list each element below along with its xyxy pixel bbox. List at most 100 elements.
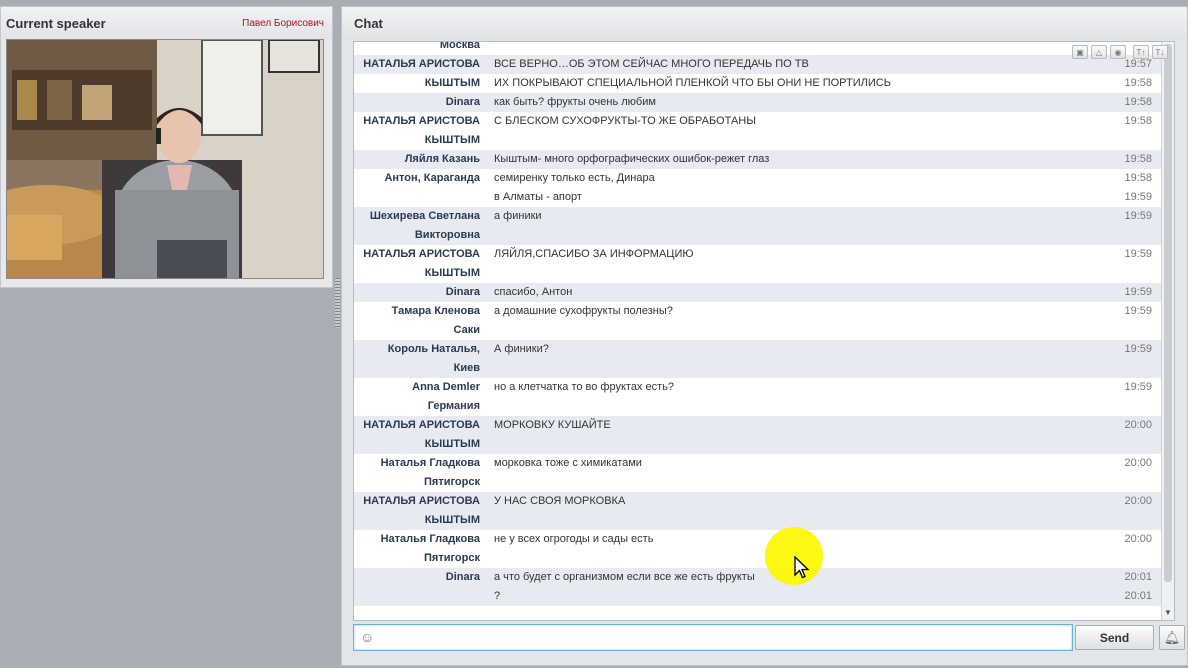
chat-message-text: ЛЯЙЛЯ,СПАСИБО ЗА ИНФОРМАЦИЮ bbox=[494, 248, 694, 260]
scrollbar-thumb[interactable] bbox=[1164, 44, 1172, 582]
chat-message-sender: НАТАЛЬЯ АРИСТОВА bbox=[363, 248, 480, 260]
chat-message-sender: Ляйля Казань bbox=[404, 153, 480, 165]
chat-message-time bbox=[1082, 226, 1162, 245]
chat-message-sender: КЫШТЫМ bbox=[424, 267, 480, 279]
chat-message-sender: КЫШТЫМ bbox=[424, 438, 480, 450]
chat-message-sender: Пятигорск bbox=[424, 552, 480, 564]
chat-message-text: А финики? bbox=[494, 343, 549, 355]
chat-message-sender: Король Наталья, bbox=[387, 343, 480, 355]
scroll-down-icon[interactable]: ▼ bbox=[1163, 608, 1173, 618]
chat-message-row: Anna Demler но а клетчатка то во фруктах … bbox=[354, 378, 1162, 397]
chat-message-row: Антон, Караганда семиренку только есть, Д… bbox=[354, 169, 1162, 188]
chat-message-sender: Dinara bbox=[445, 96, 480, 108]
chat-message-row: Dinara спасибо, Антон 19:59 bbox=[354, 283, 1162, 302]
speaker-panel: Current speaker Павел Борисович bbox=[0, 6, 333, 288]
chat-message-sender: НАТАЛЬЯ АРИСТОВА bbox=[363, 115, 480, 127]
chat-message-text: а домашние сухофрукты полезны? bbox=[494, 305, 673, 317]
chat-panel: Chat ▣ △ ◉ T↑ T↓ Москва НАТАЛЬЯ АРИСТОВА В… bbox=[341, 6, 1188, 666]
chat-message-row: Москва bbox=[354, 42, 1162, 55]
chat-message-row: НАТАЛЬЯ АРИСТОВА ЛЯЙЛЯ,СПАСИБО ЗА ИНФОРМА… bbox=[354, 245, 1162, 264]
chat-message-text bbox=[484, 131, 1082, 150]
message-composer: ☺ bbox=[353, 624, 1073, 651]
chat-message-text bbox=[484, 42, 1082, 55]
chat-message-sender: Киев bbox=[453, 362, 480, 374]
warning-icon[interactable]: △ bbox=[1091, 45, 1107, 59]
chat-message-sender: КЫШТЫМ bbox=[424, 514, 480, 526]
info-icon[interactable]: ◉ bbox=[1110, 45, 1126, 59]
chat-message-time: 20:01 bbox=[1124, 590, 1152, 602]
chat-message-sender: Наталья Гладкова bbox=[380, 457, 480, 469]
chat-message-text: МОРКОВКУ КУШАЙТЕ bbox=[494, 419, 611, 431]
chat-message-text bbox=[484, 321, 1082, 340]
chat-message-row: ? 20:01 bbox=[354, 587, 1162, 606]
chat-message-sender bbox=[354, 188, 484, 207]
bell-icon[interactable]: 🔔︎ bbox=[1159, 625, 1185, 650]
chat-message-row: Король Наталья, А финики? 19:59 bbox=[354, 340, 1162, 359]
chat-message-text: в Алматы - апорт bbox=[494, 191, 582, 203]
chat-message-row: Шехирева Светлана а финики 19:59 bbox=[354, 207, 1162, 226]
chat-message-time: 19:59 bbox=[1124, 286, 1152, 298]
chat-message-time: 19:58 bbox=[1124, 153, 1152, 165]
chat-messages[interactable]: ▣ △ ◉ T↑ T↓ Москва НАТАЛЬЯ АРИСТОВА ВСЕ ВЕ… bbox=[353, 41, 1175, 621]
chat-message-row: КЫШТЫМ bbox=[354, 131, 1162, 150]
chat-message-sender: Саки bbox=[453, 324, 480, 336]
splitter-grip-icon[interactable] bbox=[335, 278, 340, 328]
chat-message-row: Пятигорск bbox=[354, 549, 1162, 568]
chat-message-time bbox=[1082, 397, 1162, 416]
chat-message-row: Наталья Гладкова не у всех огрогоды и сад… bbox=[354, 530, 1162, 549]
chat-message-row: Викторовна bbox=[354, 226, 1162, 245]
chat-message-row: Саки bbox=[354, 321, 1162, 340]
chat-message-sender: Anna Demler bbox=[412, 381, 480, 393]
message-list: Москва НАТАЛЬЯ АРИСТОВА ВСЕ ВЕРНО…ОБ ЭТОМ … bbox=[354, 42, 1162, 606]
speaker-video-frame bbox=[7, 40, 323, 278]
chat-message-row: КЫШТЫМ bbox=[354, 511, 1162, 530]
speaker-video bbox=[6, 39, 324, 279]
chat-message-text: морковка тоже с химикатами bbox=[494, 457, 642, 469]
chat-message-time bbox=[1082, 511, 1162, 530]
chat-message-sender: Германия bbox=[427, 400, 480, 412]
chat-message-time: 20:01 bbox=[1124, 571, 1152, 583]
chat-message-row: Dinara а что будет с организмом если все … bbox=[354, 568, 1162, 587]
chat-message-time: 19:59 bbox=[1124, 210, 1152, 222]
mouse-cursor-icon bbox=[794, 556, 810, 579]
chat-title: Chat bbox=[354, 15, 383, 31]
smiley-icon[interactable]: ☺ bbox=[360, 629, 376, 645]
chat-message-sender: Викторовна bbox=[414, 229, 480, 241]
chat-message-row: НАТАЛЬЯ АРИСТОВА У НАС СВОЯ МОРКОВКА 20:00 bbox=[354, 492, 1162, 511]
panel-splitter[interactable] bbox=[334, 278, 341, 328]
chat-message-sender: Пятигорск bbox=[424, 476, 480, 488]
chat-message-row: КЫШТЫМ ИХ ПОКРЫВАЮТ СПЕЦИАЛЬНОЙ ПЛЕНКОЙ Ч… bbox=[354, 74, 1162, 93]
chat-message-row: КЫШТЫМ bbox=[354, 435, 1162, 454]
chat-message-text bbox=[484, 397, 1082, 416]
chat-message-text: ? bbox=[494, 590, 501, 602]
send-button[interactable]: Send bbox=[1075, 625, 1154, 650]
chat-message-sender bbox=[354, 587, 484, 606]
chat-message-sender: Шехирева Светлана bbox=[369, 210, 480, 222]
font-decrease-icon[interactable]: T↓ bbox=[1152, 45, 1168, 59]
chat-message-time: 20:00 bbox=[1124, 419, 1152, 431]
font-increase-icon[interactable]: T↑ bbox=[1133, 45, 1149, 59]
chat-message-row: в Алматы - апорт 19:59 bbox=[354, 188, 1162, 207]
chat-message-text: С БЛЕСКОМ СУХОФРУКТЫ-ТО ЖЕ ОБРАБОТАНЫ bbox=[494, 115, 756, 127]
chat-message-time: 19:58 bbox=[1124, 172, 1152, 184]
speaker-title: Current speaker bbox=[6, 15, 106, 31]
chat-message-text bbox=[484, 264, 1082, 283]
chat-toolbar: ▣ △ ◉ T↑ T↓ bbox=[1072, 45, 1168, 59]
chat-message-row: НАТАЛЬЯ АРИСТОВА С БЛЕСКОМ СУХОФРУКТЫ-ТО … bbox=[354, 112, 1162, 131]
chat-message-row: НАТАЛЬЯ АРИСТОВА ВСЕ ВЕРНО…ОБ ЭТОМ СЕЙЧАС… bbox=[354, 55, 1162, 74]
chat-message-sender: Dinara bbox=[445, 286, 480, 298]
chat-message-row: Пятигорск bbox=[354, 473, 1162, 492]
chat-message-time bbox=[1082, 359, 1162, 378]
chat-message-sender: Наталья Гладкова bbox=[380, 533, 480, 545]
chat-message-sender: КЫШТЫМ bbox=[424, 134, 480, 146]
chat-message-text: У НАС СВОЯ МОРКОВКА bbox=[494, 495, 626, 507]
chat-message-text bbox=[484, 473, 1082, 492]
chat-message-time: 19:59 bbox=[1124, 191, 1152, 203]
chat-message-text bbox=[484, 435, 1082, 454]
message-input[interactable] bbox=[382, 628, 1066, 648]
image-icon[interactable]: ▣ bbox=[1072, 45, 1088, 59]
chat-message-time bbox=[1082, 473, 1162, 492]
chat-message-time: 20:00 bbox=[1124, 457, 1152, 469]
chat-message-time bbox=[1082, 321, 1162, 340]
chat-scrollbar[interactable]: ▼ bbox=[1161, 42, 1174, 620]
